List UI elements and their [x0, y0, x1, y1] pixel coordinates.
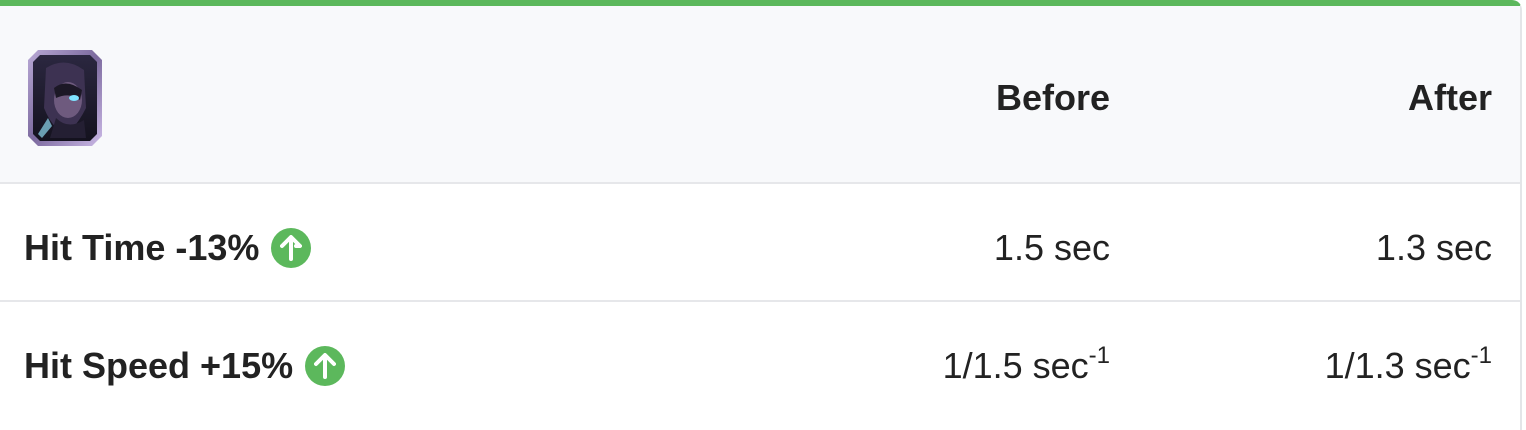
arrow-up-circle-icon — [305, 346, 346, 386]
witch-card-icon — [28, 50, 102, 146]
before-value-text: 1.5 sec — [993, 227, 1110, 268]
stat-label-text: Hit Time -13% — [24, 227, 260, 268]
before-value: 1/1.5 sec-1 — [942, 344, 1110, 386]
after-column-header: After — [1407, 77, 1492, 118]
after-value-text: 1/1.3 sec — [1324, 345, 1471, 386]
stat-change-table: Before After Hit Time -13% 1.5 sec 1.3 s… — [0, 0, 1522, 430]
table-header: Before After — [0, 6, 1520, 184]
after-value-text: 1.3 sec — [1375, 227, 1492, 268]
before-value: 1.5 sec — [994, 228, 1110, 268]
before-column-header: Before — [995, 77, 1110, 118]
stat-label: Hit Speed +15% — [24, 345, 346, 386]
after-value-exponent: -1 — [1470, 342, 1492, 369]
before-value-exponent: -1 — [1088, 342, 1110, 369]
after-value: 1.3 sec — [1376, 228, 1492, 268]
stat-label-text: Hit Speed +15% — [24, 345, 294, 386]
stat-label: Hit Time -13% — [24, 227, 312, 268]
table-row: Hit Speed +15% 1/1.5 sec-1 1/1.3 sec-1 — [0, 302, 1520, 418]
after-value: 1/1.3 sec-1 — [1324, 344, 1492, 386]
before-value-text: 1/1.5 sec — [942, 345, 1089, 386]
arrow-up-circle-icon — [271, 228, 312, 268]
table-row: Hit Time -13% 1.5 sec 1.3 sec — [0, 184, 1520, 302]
